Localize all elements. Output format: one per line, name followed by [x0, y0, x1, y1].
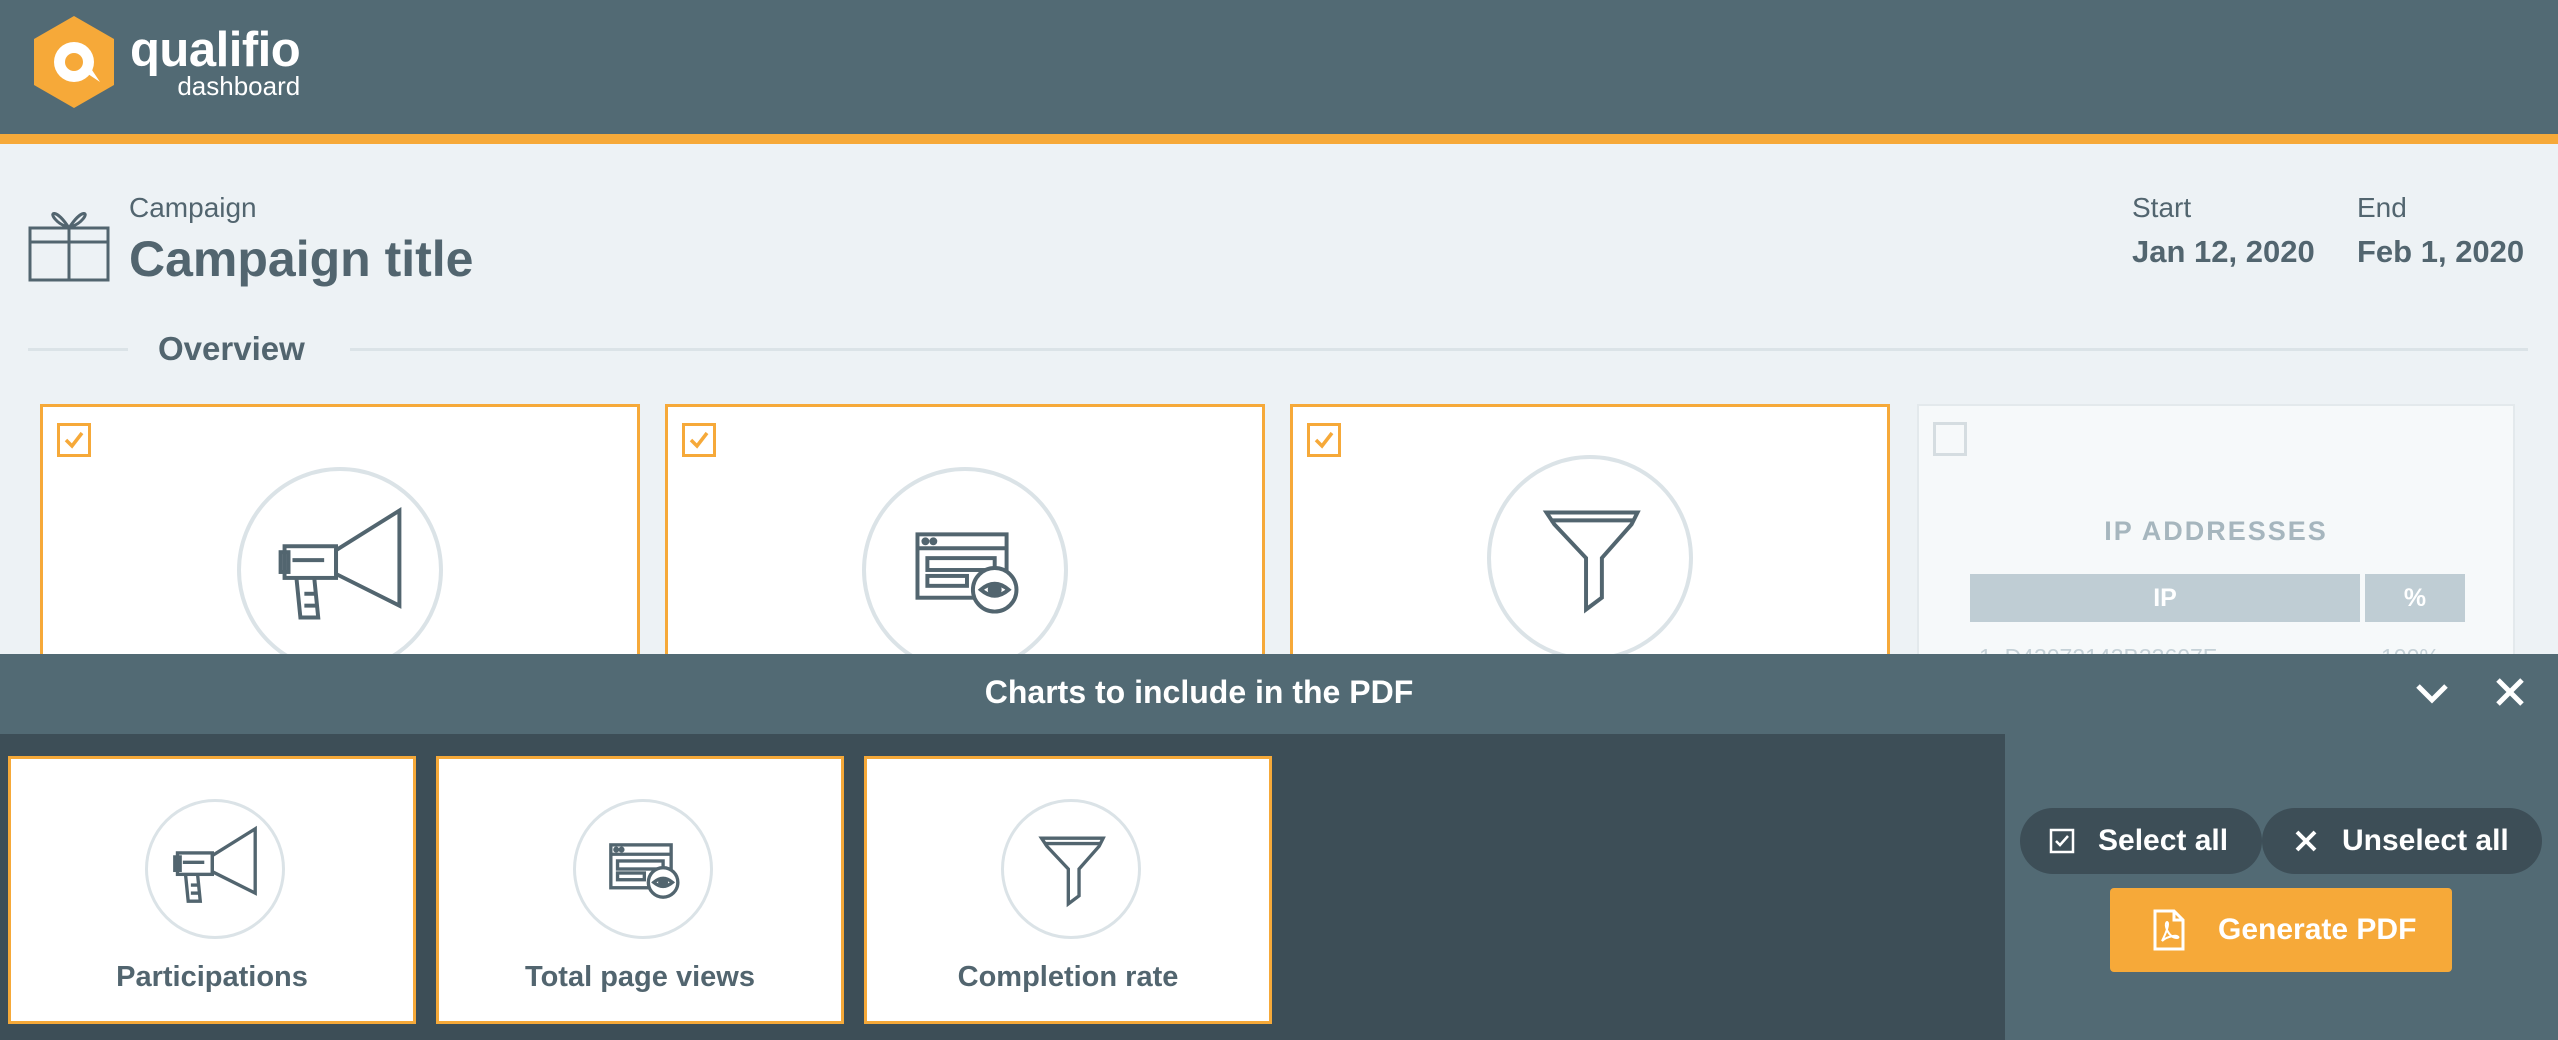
chevron-down-icon[interactable] [2412, 676, 2452, 712]
browser-eye-icon [609, 843, 680, 899]
pdf-panel-actions [2005, 734, 2558, 1040]
card-checkbox[interactable] [1933, 422, 1967, 456]
gift-icon [28, 212, 110, 282]
chart-label: Total page views [525, 961, 755, 993]
card-icon-circle [237, 467, 443, 661]
mini-icon-circle [573, 799, 713, 939]
megaphone-icon [278, 507, 402, 620]
mini-icon-circle [1001, 799, 1141, 939]
campaign-title: Campaign title [129, 231, 474, 287]
checkmark-icon [64, 431, 84, 449]
browser-eye-icon [915, 532, 1019, 614]
selected-chart-page-views[interactable]: Total page views [436, 756, 844, 1024]
select-all-button[interactable]: Select all [2020, 808, 2262, 874]
mini-icon-circle [145, 799, 285, 939]
selected-chart-completion[interactable]: Completion rate [864, 756, 1272, 1024]
funnel-icon [1038, 836, 1106, 908]
unselect-all-label: Unselect all [2342, 824, 2509, 857]
card-checkbox[interactable] [682, 423, 716, 457]
start-date-value: Jan 12, 2020 [2132, 234, 2315, 269]
generate-pdf-button[interactable]: Generate PDF [2110, 888, 2452, 972]
divider-left [28, 348, 128, 351]
card-icon-circle [862, 467, 1068, 661]
checkmark-icon [689, 431, 709, 449]
start-date: Start Jan 12, 2020 [2132, 192, 2315, 270]
card-checkbox[interactable] [57, 423, 91, 457]
checkbox-checked-icon [2049, 828, 2075, 854]
selected-chart-participations[interactable]: Participations [8, 756, 416, 1024]
ip-card-title: IP ADDRESSES [2104, 516, 2328, 546]
pdf-panel-title: Charts to include in the PDF [984, 674, 1414, 710]
end-date-label: End [2357, 192, 2407, 223]
end-date-value: Feb 1, 2020 [2357, 234, 2525, 269]
chart-label: Completion rate [957, 961, 1179, 993]
close-icon [2295, 830, 2317, 852]
start-date-label: Start [2132, 192, 2192, 223]
card-checkbox[interactable] [1307, 423, 1341, 457]
chart-label: Participations [116, 961, 308, 993]
chart-card-participations[interactable] [40, 404, 640, 664]
funnel-icon [1542, 510, 1641, 614]
divider-right [350, 348, 2528, 351]
logo-name: qualifio [130, 22, 301, 77]
campaign-kicker: Campaign [129, 192, 257, 223]
accent-line [0, 134, 2558, 144]
select-all-label: Select all [2098, 824, 2229, 857]
ip-column-header: IP [1970, 574, 2360, 622]
generate-pdf-label: Generate PDF [2218, 913, 2417, 946]
pdf-file-icon [2153, 909, 2185, 951]
unselect-all-button[interactable]: Unselect all [2262, 808, 2542, 874]
chart-card-page-views[interactable] [665, 404, 1265, 664]
top-bar [0, 0, 2558, 134]
end-date: End Feb 1, 2020 [2357, 192, 2524, 270]
percent-column-header: % [2365, 574, 2465, 622]
checkmark-icon [1314, 431, 1334, 449]
chart-card-completion[interactable] [1290, 404, 1890, 664]
chart-card-ip-addresses[interactable]: IP ADDRESSES IP % 1. D43072143B33607F 10… [1917, 404, 2515, 664]
qualifio-logo-icon [34, 16, 114, 108]
overview-title: Overview [158, 330, 305, 367]
megaphone-icon [173, 825, 257, 903]
close-icon[interactable] [2490, 672, 2530, 712]
logo[interactable]: qualifio dashboard [30, 14, 301, 110]
card-icon-circle [1487, 455, 1693, 661]
